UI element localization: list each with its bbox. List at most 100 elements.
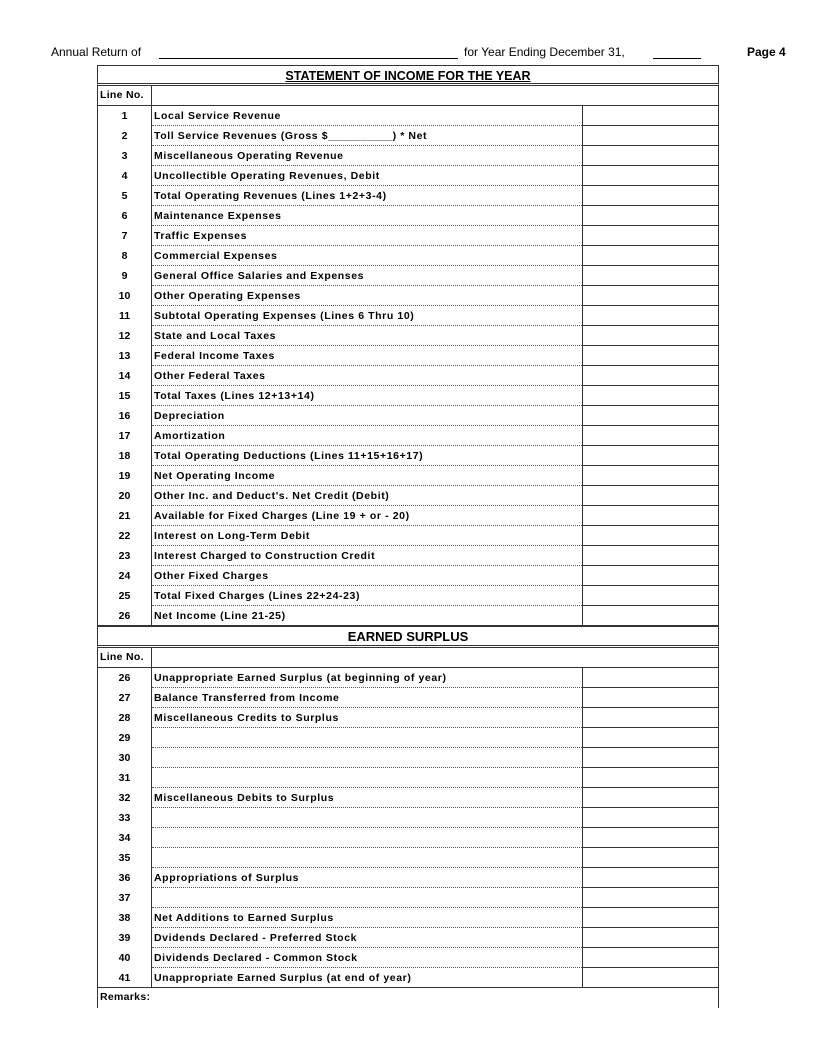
line-number: 32: [98, 788, 152, 808]
amount-field[interactable]: [582, 868, 719, 888]
line-number: 29: [98, 728, 152, 748]
amount-field[interactable]: [582, 326, 719, 346]
table-row: 25 Total Fixed Charges (Lines 22+24-23): [97, 586, 719, 606]
income-statement-title: STATEMENT OF INCOME FOR THE YEAR: [97, 65, 719, 86]
line-number: 41: [98, 968, 152, 988]
amount-field[interactable]: [582, 166, 719, 186]
table-row: 31: [97, 768, 719, 788]
line-description: Amortization: [152, 426, 582, 446]
amount-field[interactable]: [582, 808, 719, 828]
amount-field[interactable]: [582, 106, 719, 126]
table-row: 38 Net Additions to Earned Surplus: [97, 908, 719, 928]
amount-field[interactable]: [582, 426, 719, 446]
amount-field[interactable]: [582, 788, 719, 808]
amount-field[interactable]: [582, 466, 719, 486]
amount-field[interactable]: [582, 526, 719, 546]
line-description: Total Taxes (Lines 12+13+14): [152, 386, 582, 406]
line-number: 18: [98, 446, 152, 466]
line-description: Other Operating Expenses: [152, 286, 582, 306]
income-rows: 1 Local Service Revenue 2 Toll Service Reve…: [97, 106, 719, 626]
remarks-row[interactable]: Remarks:: [97, 988, 719, 1008]
table-row: 30: [97, 748, 719, 768]
amount-field[interactable]: [582, 366, 719, 386]
amount-field[interactable]: [582, 226, 719, 246]
amount-field[interactable]: [582, 266, 719, 286]
line-description: Uncollectible Operating Revenues, Debit: [152, 166, 582, 186]
line-description: Unappropriate Earned Surplus (at end of …: [154, 972, 412, 984]
line-number: 39: [98, 928, 152, 948]
amount-field[interactable]: [582, 346, 719, 366]
amount-field[interactable]: [582, 506, 719, 526]
line-number: 37: [98, 888, 152, 908]
line-description: Traffic Expenses: [152, 226, 582, 246]
amount-field[interactable]: [582, 606, 719, 626]
line-description: Available for Fixed Charges (Line 19 + o…: [152, 506, 582, 526]
amount-field[interactable]: [582, 306, 719, 326]
line-number: 35: [98, 848, 152, 868]
table-row: 14 Other Federal Taxes: [97, 366, 719, 386]
year-blank[interactable]: [653, 58, 701, 59]
amount-field[interactable]: [582, 888, 719, 908]
amount-field[interactable]: [582, 828, 719, 848]
line-number: 8: [98, 246, 152, 266]
amount-field[interactable]: [582, 446, 719, 466]
line-description[interactable]: [152, 808, 582, 828]
line-description: Toll Service Revenues (Gross $__________…: [152, 126, 582, 146]
company-name-blank[interactable]: [159, 58, 458, 59]
amount-field[interactable]: [582, 586, 719, 606]
table-row: 35: [97, 848, 719, 868]
amount-field[interactable]: [582, 206, 719, 226]
line-description[interactable]: [152, 848, 582, 868]
table-row: 20 Other Inc. and Deduct's. Net Credit (D…: [97, 486, 719, 506]
line-number: 23: [98, 546, 152, 566]
line-description[interactable]: [152, 748, 582, 768]
amount-field[interactable]: [582, 708, 719, 728]
amount-field[interactable]: [582, 566, 719, 586]
line-number: 5: [98, 186, 152, 206]
amount-field[interactable]: [582, 246, 719, 266]
amount-field[interactable]: [582, 948, 719, 968]
amount-field[interactable]: [582, 688, 719, 708]
line-number: 27: [98, 688, 152, 708]
table-row: 3 Miscellaneous Operating Revenue: [97, 146, 719, 166]
line-description: Federal Income Taxes: [152, 346, 582, 366]
amount-field[interactable]: [582, 546, 719, 566]
amount-field[interactable]: [582, 386, 719, 406]
line-description: Total Operating Deductions (Lines 11+15+…: [152, 446, 582, 466]
line-number: 9: [98, 266, 152, 286]
amount-field[interactable]: [582, 126, 719, 146]
amount-field[interactable]: [582, 928, 719, 948]
table-row: 18 Total Operating Deductions (Lines 11+1…: [97, 446, 719, 466]
amount-field[interactable]: [582, 146, 719, 166]
line-number: 10: [98, 286, 152, 306]
line-number: 1: [98, 106, 152, 126]
amount-field[interactable]: [582, 186, 719, 206]
table-row: 33: [97, 808, 719, 828]
amount-field[interactable]: [582, 728, 719, 748]
amount-field[interactable]: [582, 406, 719, 426]
table-row: 26 Net Income (Line 21-25): [97, 606, 719, 626]
line-number: 22: [98, 526, 152, 546]
amount-field[interactable]: [582, 968, 719, 988]
line-description[interactable]: [152, 828, 582, 848]
amount-field[interactable]: [582, 908, 719, 928]
table-row: 41 Unappropriate Earned Surplus (at end o…: [97, 968, 719, 988]
table-row: 16 Depreciation: [97, 406, 719, 426]
amount-field[interactable]: [582, 748, 719, 768]
earned-surplus-title-text: EARNED SURPLUS: [347, 629, 469, 644]
line-description: State and Local Taxes: [152, 326, 582, 346]
amount-field[interactable]: [582, 668, 719, 688]
line-description[interactable]: [152, 768, 582, 788]
amount-field[interactable]: [582, 286, 719, 306]
amount-field[interactable]: [582, 848, 719, 868]
line-description[interactable]: [152, 728, 582, 748]
line-description: Dividends Declared - Common Stock: [152, 948, 582, 968]
amount-field[interactable]: [582, 768, 719, 788]
line-description: Balance Transferred from Income: [152, 688, 582, 708]
amount-field[interactable]: [582, 486, 719, 506]
line-no-header: Line No.: [98, 86, 152, 105]
line-description: Miscellaneous Credits to Surplus: [152, 708, 582, 728]
table-row: 9 General Office Salaries and Expenses: [97, 266, 719, 286]
line-description[interactable]: [152, 888, 582, 908]
table-row: 22 Interest on Long-Term Debit: [97, 526, 719, 546]
